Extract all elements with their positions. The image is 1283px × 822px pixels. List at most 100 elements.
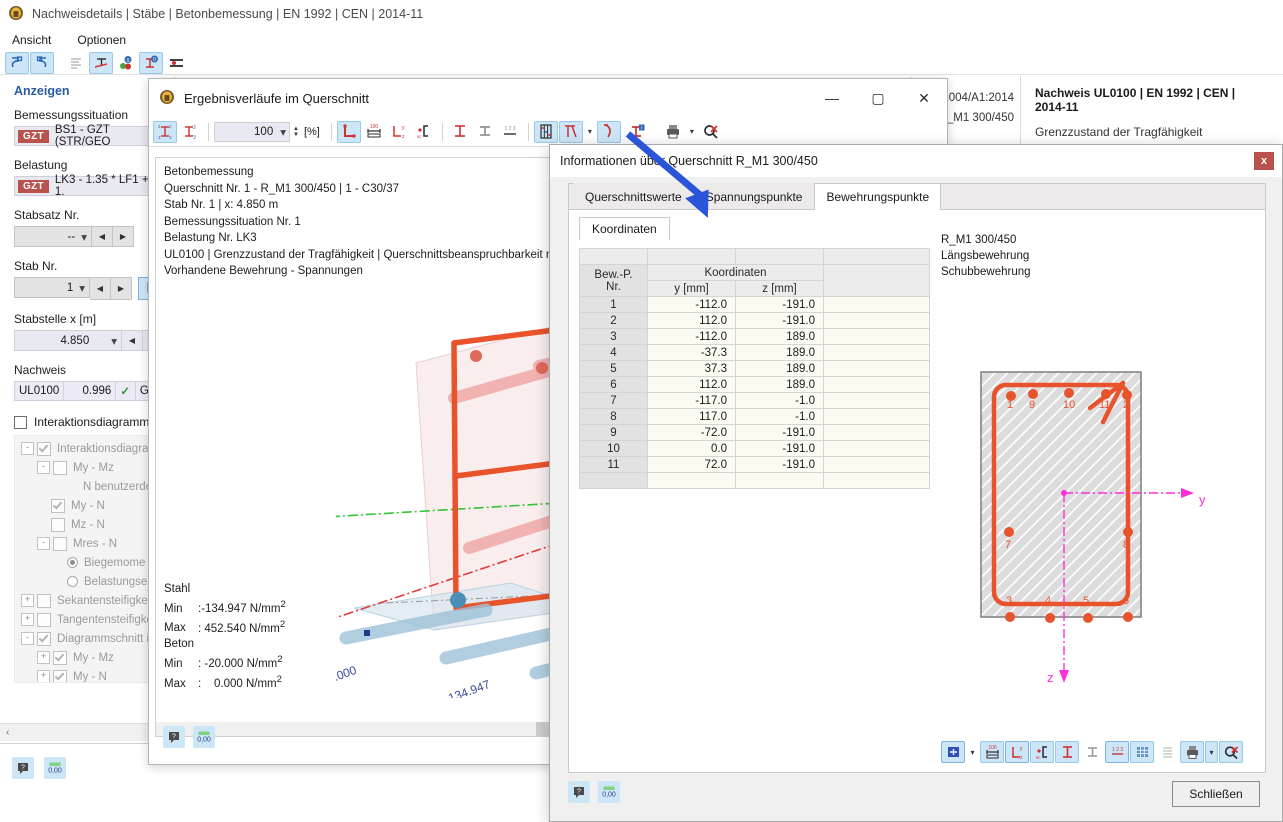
cell-blank[interactable] (824, 361, 930, 377)
tree-item[interactable]: N benutzerdefi (17, 477, 163, 496)
rebar-point[interactable] (1101, 389, 1111, 399)
decimal-places-icon[interactable]: 0,00 (193, 726, 215, 748)
i-section-horiz-icon[interactable] (1080, 741, 1104, 763)
stress-points-numbered-icon[interactable]: 2 2 3 3 (153, 121, 177, 143)
tree-checkbox[interactable] (53, 670, 67, 684)
cell-blank[interactable] (824, 313, 930, 329)
tab-spannungspunkte[interactable]: Spannungspunkte (694, 183, 815, 209)
rebar-point[interactable] (1064, 388, 1074, 398)
schliessen-button[interactable]: Schließen (1172, 781, 1260, 807)
tilt-dropdown-icon[interactable]: ▾ (584, 121, 596, 143)
decimal-places-icon[interactable]: 0,00 (44, 757, 66, 779)
cross-section-info-icon[interactable]: i (626, 121, 650, 143)
field-bemessungssituation[interactable]: GZT BS1 - GZT (STR/GEO (14, 126, 164, 146)
menu-ansicht[interactable]: Ansicht (8, 32, 55, 48)
bewehrungspunkte-table-wrap[interactable]: Bew.-P.Nr.Koordinateny [mm]z [mm]1-112.0… (579, 248, 929, 748)
tree-checkbox[interactable] (53, 461, 67, 475)
nachweis-row[interactable]: UL0100 0.996 ✓ Gre (14, 381, 164, 401)
cell-z[interactable]: -191.0 (736, 425, 824, 441)
stabsatz-next-button[interactable]: ▶ (113, 226, 134, 247)
table-dim-icon[interactable] (1155, 741, 1179, 763)
cell-z[interactable]: -191.0 (736, 297, 824, 313)
rebar-point[interactable] (1083, 613, 1093, 623)
tree-item[interactable]: +My - N (17, 667, 163, 683)
cell-y[interactable]: 37.3 (648, 361, 736, 377)
tilt-icon[interactable] (559, 121, 583, 143)
stabstelle-prev-button[interactable]: ◀ (122, 330, 143, 351)
shear-center-icon[interactable]: sc (412, 121, 436, 143)
section-corner-icon[interactable] (337, 121, 361, 143)
cell-y[interactable]: -112.0 (648, 297, 736, 313)
tree-expander-icon[interactable]: + (21, 613, 34, 626)
col-header-y[interactable]: y [mm] (648, 281, 736, 297)
display-options-tree[interactable]: -Interaktionsdiagram-My - MzN benutzerde… (14, 435, 164, 683)
tree-checkbox[interactable] (37, 632, 51, 646)
cell-y[interactable]: -37.3 (648, 345, 736, 361)
i-section-vert-icon[interactable] (448, 121, 472, 143)
tree-checkbox[interactable] (37, 594, 51, 608)
layers-icon[interactable] (534, 121, 558, 143)
tree-checkbox[interactable] (37, 442, 51, 456)
shear-center-icon[interactable]: sc (1030, 741, 1054, 763)
tree-checkbox[interactable] (51, 499, 65, 513)
col-header-nr[interactable]: Bew.-P.Nr. (580, 265, 648, 297)
rebar-point[interactable] (1028, 389, 1038, 399)
numbering-123-icon[interactable]: 1 2 3 (1105, 741, 1129, 763)
cell-empty[interactable] (824, 473, 930, 489)
table-row[interactable]: 2112.0-191.0 (580, 313, 930, 329)
cell-z[interactable]: -191.0 (736, 441, 824, 457)
cell-y[interactable]: 112.0 (648, 313, 736, 329)
help-balloon-icon[interactable]: ? (12, 757, 34, 779)
cell-blank[interactable] (824, 329, 930, 345)
table-row[interactable]: 7-117.0-1.0 (580, 393, 930, 409)
close-button[interactable]: ✕ (901, 79, 947, 117)
cell-y[interactable]: 117.0 (648, 409, 736, 425)
cell-y[interactable]: -117.0 (648, 393, 736, 409)
help-balloon-icon[interactable]: ? (568, 781, 590, 803)
table-row[interactable]: 8117.0-1.0 (580, 409, 930, 425)
cell-z[interactable]: -1.0 (736, 393, 824, 409)
tree-item[interactable]: +Tangentensteifigkeit (17, 610, 163, 629)
tree-item[interactable]: -My - Mz (17, 458, 163, 477)
rebar-point[interactable] (1123, 527, 1133, 537)
tree-item[interactable]: +My - Mz (17, 648, 163, 667)
select-rotate-alt-icon[interactable] (30, 52, 54, 74)
stabsatz-prev-button[interactable]: ◀ (92, 226, 113, 247)
cell-y[interactable]: 0.0 (648, 441, 736, 457)
cell-blank[interactable] (824, 457, 930, 473)
rebar-point[interactable] (1123, 612, 1133, 622)
chevron-down-icon[interactable]: ▾ (280, 125, 286, 139)
print-icon[interactable] (661, 121, 685, 143)
tab-querschnittswerte[interactable]: Querschnittswerte (573, 183, 694, 209)
tree-item[interactable]: -Mres - N (17, 534, 163, 553)
table-row[interactable]: 9-72.0-191.0 (580, 425, 930, 441)
tree-expander-icon[interactable]: + (37, 651, 50, 664)
cell-empty[interactable] (580, 473, 648, 489)
interaktionsdiagramm-checkbox-row[interactable]: Interaktionsdiagramm (14, 415, 164, 429)
tree-item[interactable]: Mz - N (17, 515, 163, 534)
close-icon[interactable]: x (1254, 152, 1274, 170)
tree-item[interactable]: -Interaktionsdiagram (17, 439, 163, 458)
decimal-places-icon[interactable]: 0,00 (598, 781, 620, 803)
cell-empty[interactable] (736, 473, 824, 489)
stab-next-button[interactable]: ▶ (111, 277, 132, 300)
table-row[interactable]: 6112.0189.0 (580, 377, 930, 393)
tree-checkbox[interactable] (53, 537, 67, 551)
tree-item[interactable]: +Sekantensteifigkeit (17, 591, 163, 610)
corner-points-icon[interactable]: y z (1005, 741, 1029, 763)
node-blue-icon[interactable]: 0 (139, 52, 163, 74)
cell-blank[interactable] (824, 425, 930, 441)
tree-expander-icon[interactable]: - (21, 442, 34, 455)
zoom-reset-icon[interactable] (1219, 741, 1243, 763)
col-header-group[interactable]: Koordinaten (648, 265, 824, 281)
cell-y[interactable]: 72.0 (648, 457, 736, 473)
print-dropdown-icon[interactable]: ▾ (686, 121, 698, 143)
tree-item[interactable]: Biegemome (17, 553, 163, 572)
rebar-point[interactable] (1005, 612, 1015, 622)
section-display-icon[interactable] (941, 741, 965, 763)
cell-blank[interactable] (824, 441, 930, 457)
cell-y[interactable]: -112.0 (648, 329, 736, 345)
stress-point-squared-icon[interactable]: 2 3 (178, 121, 202, 143)
rebar-point[interactable] (1045, 613, 1055, 623)
tree-item[interactable]: Belastungse (17, 572, 163, 591)
